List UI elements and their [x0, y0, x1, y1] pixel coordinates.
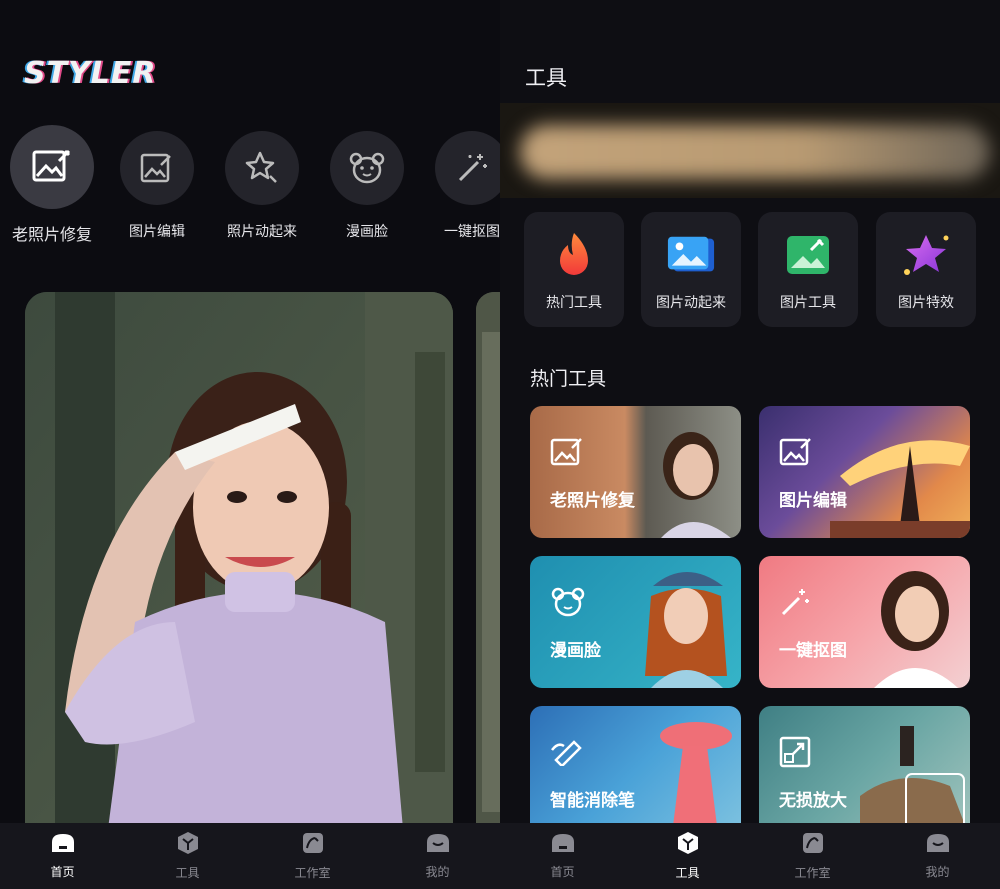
quick-tool-comic-face[interactable]: 漫画脸	[322, 131, 412, 241]
featured-photo-card[interactable]	[25, 292, 453, 852]
image-edit-icon	[120, 131, 194, 205]
quick-tool-label: 漫画脸	[346, 224, 388, 240]
tools-screen: 工具 热门工具 图片动起来 图片工具 图片特效 热门工具 老照片修复 图片编辑 …	[500, 0, 1000, 889]
nav-label: 首页	[550, 865, 575, 879]
quick-tool-label: 一键抠图	[444, 224, 500, 240]
nav-label: 工作室	[294, 866, 331, 880]
nav-tools[interactable]: 工具	[125, 823, 250, 889]
category-hot-tools[interactable]: 热门工具	[524, 212, 624, 327]
next-photo-image	[476, 292, 500, 852]
profile-icon	[425, 832, 451, 858]
quick-tool-image-edit[interactable]: 图片编辑	[112, 131, 202, 241]
hot-tool-label: 漫画脸	[550, 641, 601, 661]
star-animate-icon	[225, 131, 299, 205]
hot-tool-cutout[interactable]: 一键抠图	[759, 556, 970, 688]
category-label: 图片动起来	[656, 295, 726, 311]
quick-tool-label: 图片编辑	[129, 224, 185, 240]
star-effect-icon	[901, 230, 951, 280]
hot-tool-eraser[interactable]: 智能消除笔	[530, 706, 741, 838]
category-image-tools[interactable]: 图片工具	[758, 212, 858, 327]
quick-tool-label: 老照片修复	[11, 225, 92, 244]
bottom-nav: 首页 工具 工作室 我的	[500, 823, 1000, 889]
bear-face-icon	[330, 131, 404, 205]
hot-tool-label: 智能消除笔	[550, 791, 635, 811]
nav-label: 我的	[925, 865, 950, 879]
hot-tool-label: 老照片修复	[550, 491, 635, 511]
tool-cube-icon	[676, 831, 700, 859]
banner-blurred-image	[520, 125, 990, 179]
hot-card-image	[830, 440, 970, 538]
nav-tools[interactable]: 工具	[625, 823, 750, 889]
category-image-animate[interactable]: 图片动起来	[641, 212, 741, 327]
quick-tool-photo-repair[interactable]: 老照片修复	[7, 125, 97, 245]
hot-tool-comic-face[interactable]: 漫画脸	[530, 556, 741, 688]
hot-tool-label: 图片编辑	[779, 491, 847, 511]
app-logo: STYLER	[24, 56, 157, 91]
nav-studio[interactable]: 工作室	[750, 823, 875, 889]
hot-tool-photo-repair[interactable]: 老照片修复	[530, 406, 741, 538]
photo-repair-icon	[550, 436, 584, 472]
nav-label: 工作室	[794, 866, 831, 880]
hot-tool-enlarge[interactable]: 无损放大	[759, 706, 970, 838]
hot-tools-title: 热门工具	[530, 368, 607, 390]
home-icon	[50, 832, 76, 858]
bear-face-icon	[550, 586, 586, 622]
studio-icon	[301, 831, 325, 859]
next-photo-card[interactable]	[476, 292, 500, 852]
category-label: 热门工具	[546, 295, 602, 311]
profile-icon	[925, 832, 951, 858]
image-tool-icon	[783, 230, 833, 280]
hot-card-image	[874, 571, 958, 688]
image-animate-icon	[666, 230, 716, 280]
photo-repair-icon	[10, 125, 94, 209]
studio-icon	[801, 831, 825, 859]
eraser-brush-icon	[550, 736, 584, 770]
enlarge-icon	[779, 736, 811, 772]
nav-label: 首页	[50, 865, 75, 879]
nav-profile[interactable]: 我的	[875, 823, 1000, 889]
bottom-nav: 首页 工具 工作室 我的	[0, 823, 500, 889]
quick-tool-animate[interactable]: 照片动起来	[217, 131, 307, 241]
nav-profile[interactable]: 我的	[375, 823, 500, 889]
magic-wand-icon	[435, 131, 500, 205]
image-edit-icon	[779, 436, 813, 472]
category-image-effects[interactable]: 图片特效	[876, 212, 976, 327]
nav-home[interactable]: 首页	[500, 823, 625, 889]
nav-label: 工具	[175, 866, 200, 880]
nav-label: 工具	[675, 866, 700, 880]
home-icon	[550, 832, 576, 858]
hot-card-image	[660, 722, 732, 826]
category-row: 热门工具 图片动起来 图片工具 图片特效	[524, 212, 978, 327]
hot-tool-label: 一键抠图	[779, 641, 847, 661]
quick-tool-label: 照片动起来	[227, 224, 297, 240]
promo-banner[interactable]	[500, 103, 1000, 198]
home-screen: STYLER 老照片修复 图片编辑 照片动起来 漫画脸 一键抠图 首页 工具 工…	[0, 0, 500, 889]
category-label: 图片工具	[780, 295, 836, 311]
magic-wand-icon	[779, 586, 811, 622]
quick-tools-row: 老照片修复 图片编辑 照片动起来 漫画脸 一键抠图	[0, 125, 500, 245]
hot-card-image	[645, 572, 727, 688]
featured-photo-image	[25, 292, 453, 852]
nav-label: 我的	[425, 865, 450, 879]
category-label: 图片特效	[898, 295, 954, 311]
quick-tool-cutout[interactable]: 一键抠图	[427, 131, 500, 241]
nav-home[interactable]: 首页	[0, 823, 125, 889]
hot-tool-label: 无损放大	[779, 791, 847, 811]
hot-tool-image-edit[interactable]: 图片编辑	[759, 406, 970, 538]
hot-card-image	[661, 432, 731, 538]
nav-studio[interactable]: 工作室	[250, 823, 375, 889]
flame-icon	[549, 230, 599, 280]
page-title: 工具	[525, 66, 567, 90]
tool-cube-icon	[176, 831, 200, 859]
hot-card-image	[860, 726, 970, 838]
